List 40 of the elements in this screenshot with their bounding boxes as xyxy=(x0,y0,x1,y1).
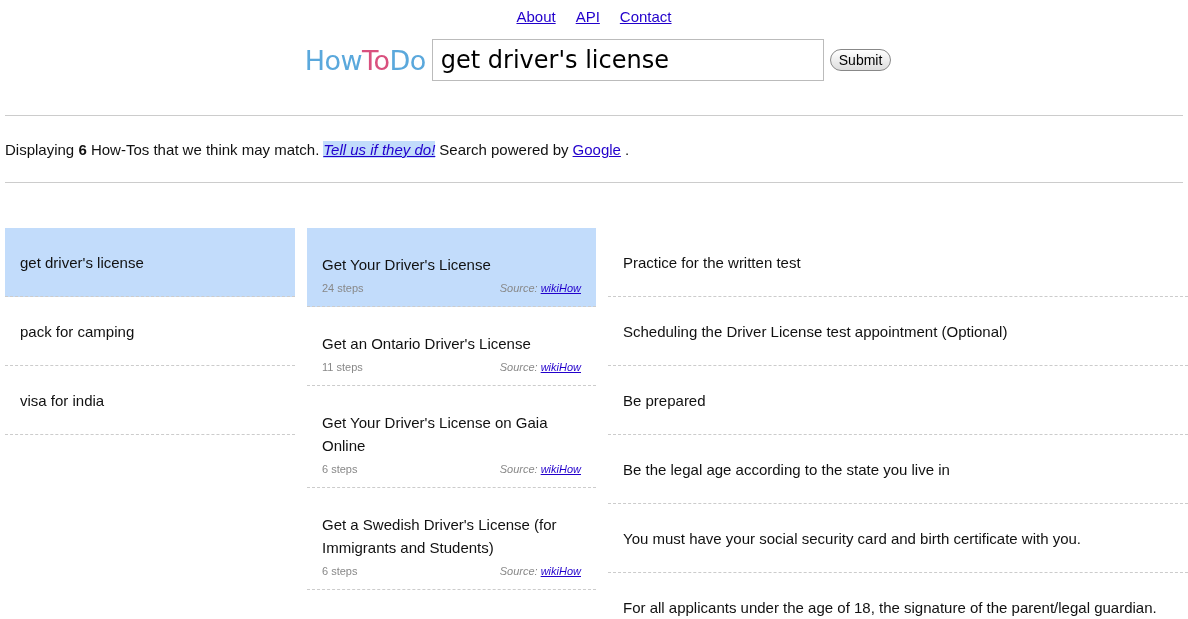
source-label: Source: xyxy=(499,463,538,475)
howto-title: Get a Swedish Driver's License (for Immigrants and Students) xyxy=(322,515,558,558)
step-item[interactable]: Practice for the written test xyxy=(608,228,1188,297)
source-label: Source: xyxy=(499,565,538,577)
howto-item[interactable]: Get Your Driver's License 24 steps Source: wikiHow xyxy=(307,228,596,307)
step-count: 11 steps xyxy=(322,361,363,373)
howto-item[interactable]: Get Your Driver's License on Gaia Online 6 steps Source: wikiHow xyxy=(307,386,596,488)
source-label: Source: xyxy=(499,361,538,373)
step-item[interactable]: Scheduling the Driver License test appointment (Optional) xyxy=(608,297,1188,366)
step-item[interactable]: You must have your social security card and birth certificate with you. xyxy=(608,504,1188,573)
powered-by-text: Search powered by xyxy=(439,141,569,158)
source-link[interactable]: wikiHow xyxy=(540,361,581,373)
search-field[interactable]: get driver's license xyxy=(431,39,824,81)
howto-title: Get an Ontario Driver's License xyxy=(322,334,532,354)
step-item[interactable]: For all applicants under the age of 18, the signature of the parent/legal guardian. xyxy=(608,573,1188,619)
submit-button[interactable]: Submit xyxy=(829,49,892,71)
howto-item[interactable]: Get a Swedish Driver's License (for Immigrants and Students) 6 steps Source: wikiHow xyxy=(307,488,596,590)
query-item[interactable]: visa for india xyxy=(5,366,295,435)
period-text: . xyxy=(624,141,630,158)
step-item[interactable]: Be prepared xyxy=(608,366,1188,435)
feedback-link[interactable]: Tell us if they do! xyxy=(323,141,436,158)
howto-title: Get Your Driver's License on Gaia Online xyxy=(322,413,549,456)
google-link[interactable]: Google xyxy=(572,141,621,158)
step-item[interactable]: Be the legal age according to the state you live in xyxy=(608,435,1188,504)
query-item[interactable]: pack for camping xyxy=(5,297,295,366)
query-item[interactable]: get driver's license xyxy=(5,228,295,297)
step-count: 6 steps xyxy=(322,463,358,475)
nav-link[interactable]: About xyxy=(516,8,556,30)
howto-item[interactable]: Get an Ontario Driver's License 11 steps Source: wikiHow xyxy=(307,307,596,386)
step-count: 6 steps xyxy=(322,565,358,577)
source-label: Source: xyxy=(499,282,538,294)
source-link[interactable]: wikiHow xyxy=(540,463,581,475)
source-link[interactable]: wikiHow xyxy=(540,565,581,577)
howto-title: Get Your Driver's License xyxy=(322,255,492,275)
source-link[interactable]: wikiHow xyxy=(540,282,581,294)
nav-link[interactable]: API xyxy=(575,8,600,30)
logo: HowToDo xyxy=(304,44,426,76)
nav-link[interactable]: Contact xyxy=(619,8,672,30)
step-count: 24 steps xyxy=(322,282,364,294)
results-summary: Displaying 6 How-Tos that we think may match. xyxy=(5,141,320,158)
